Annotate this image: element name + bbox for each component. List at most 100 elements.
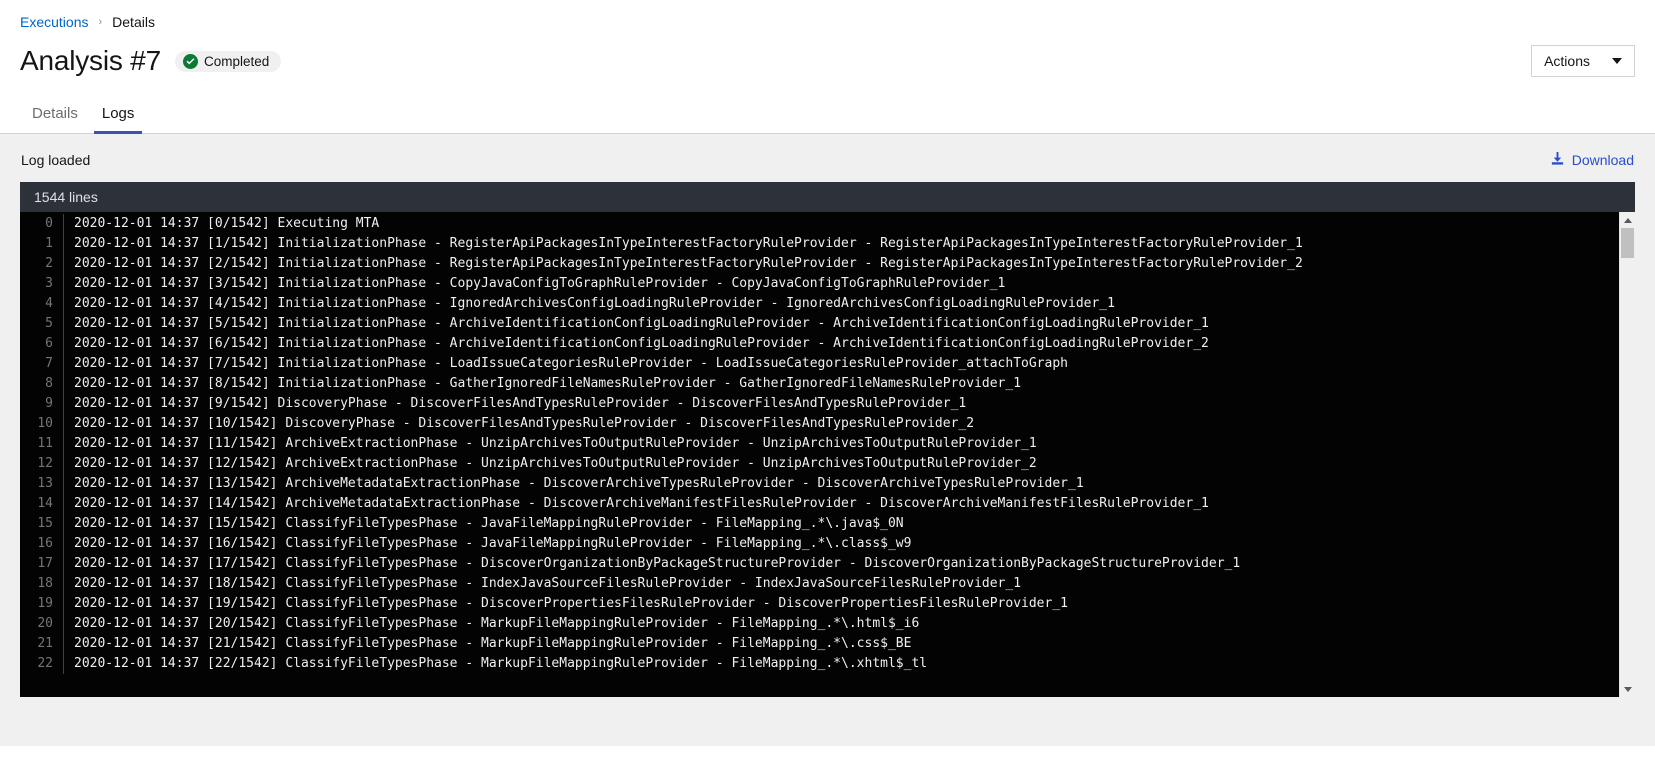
log-line-number: 4 — [20, 294, 64, 314]
log-line: 16 2020-12-01 14:37 [16/1542] ClassifyFil… — [20, 534, 1619, 554]
log-line-number: 10 — [20, 414, 64, 434]
log-line-text: 2020-12-01 14:37 [19/1542] ClassifyFileT… — [74, 596, 1068, 611]
log-line-count: 1544 lines — [20, 182, 1635, 212]
log-line: 20 2020-12-01 14:37 [20/1542] ClassifyFil… — [20, 614, 1619, 634]
log-line-number: 7 — [20, 354, 64, 374]
log-line-text: 2020-12-01 14:37 [7/1542] Initialization… — [74, 356, 1068, 371]
scrollbar-track[interactable] — [1619, 228, 1635, 681]
log-lines-container[interactable]: 0 2020-12-01 14:37 [0/1542] Executing MTA… — [20, 212, 1619, 697]
log-line-text: 2020-12-01 14:37 [3/1542] Initialization… — [74, 276, 1006, 291]
caret-down-icon — [1612, 58, 1622, 64]
page-title: Analysis #7 — [20, 45, 161, 76]
log-line-text: 2020-12-01 14:37 [18/1542] ClassifyFileT… — [74, 576, 1022, 591]
log-line-number: 17 — [20, 554, 64, 574]
log-line-number: 11 — [20, 434, 64, 454]
log-line: 10 2020-12-01 14:37 [10/1542] DiscoveryPh… — [20, 414, 1619, 434]
tab-details[interactable]: Details — [20, 97, 90, 133]
log-line-text: 2020-12-01 14:37 [14/1542] ArchiveMetada… — [74, 496, 1209, 511]
log-line-number: 13 — [20, 474, 64, 494]
log-line: 1 2020-12-01 14:37 [1/1542] Initializatio… — [20, 234, 1619, 254]
log-line: 5 2020-12-01 14:37 [5/1542] Initializatio… — [20, 314, 1619, 334]
log-line-text: 2020-12-01 14:37 [21/1542] ClassifyFileT… — [74, 636, 912, 651]
log-line: 8 2020-12-01 14:37 [8/1542] Initializatio… — [20, 374, 1619, 394]
log-line: 9 2020-12-01 14:37 [9/1542] DiscoveryPhas… — [20, 394, 1619, 414]
log-line-number: 22 — [20, 654, 64, 674]
download-button[interactable]: Download — [1550, 151, 1634, 169]
log-line-number: 9 — [20, 394, 64, 414]
tab-bar: Details Logs — [0, 94, 1655, 134]
log-line-text: 2020-12-01 14:37 [2/1542] Initialization… — [74, 256, 1303, 271]
download-label: Download — [1571, 152, 1634, 168]
log-line: 4 2020-12-01 14:37 [4/1542] Initializatio… — [20, 294, 1619, 314]
log-line-number: 18 — [20, 574, 64, 594]
log-line-text: 2020-12-01 14:37 [10/1542] DiscoveryPhas… — [74, 416, 975, 431]
check-circle-icon — [183, 53, 198, 69]
actions-button-label: Actions — [1544, 53, 1590, 69]
log-line-number: 15 — [20, 514, 64, 534]
log-line-number: 19 — [20, 594, 64, 614]
log-body-wrapper: 0 2020-12-01 14:37 [0/1542] Executing MTA… — [20, 212, 1635, 697]
log-line: 0 2020-12-01 14:37 [0/1542] Executing MTA — [20, 214, 1619, 234]
log-vertical-scrollbar[interactable] — [1619, 212, 1635, 697]
log-line-text: 2020-12-01 14:37 [5/1542] Initialization… — [74, 316, 1209, 331]
log-line-text: 2020-12-01 14:37 [16/1542] ClassifyFileT… — [74, 536, 912, 551]
log-line-text: 2020-12-01 14:37 [15/1542] ClassifyFileT… — [74, 516, 904, 531]
log-line-text: 2020-12-01 14:37 [17/1542] ClassifyFileT… — [74, 556, 1241, 571]
log-line-number: 12 — [20, 454, 64, 474]
log-line-text: 2020-12-01 14:37 [12/1542] ArchiveExtrac… — [74, 456, 1037, 471]
log-line-text: 2020-12-01 14:37 [22/1542] ClassifyFileT… — [74, 656, 928, 671]
log-line-number: 5 — [20, 314, 64, 334]
log-line: 13 2020-12-01 14:37 [13/1542] ArchiveMeta… — [20, 474, 1619, 494]
log-line-number: 8 — [20, 374, 64, 394]
download-icon — [1550, 151, 1565, 169]
log-line-text: 2020-12-01 14:37 [1/1542] Initialization… — [74, 236, 1303, 251]
log-line: 7 2020-12-01 14:37 [7/1542] Initializatio… — [20, 354, 1619, 374]
breadcrumb: Executions › Details — [0, 0, 1655, 36]
log-line-text: 2020-12-01 14:37 [9/1542] DiscoveryPhase… — [74, 396, 967, 411]
actions-button[interactable]: Actions — [1531, 45, 1635, 77]
log-status-text: Log loaded — [21, 152, 91, 168]
scroll-up-arrow-icon[interactable] — [1620, 212, 1636, 228]
log-line: 12 2020-12-01 14:37 [12/1542] ArchiveExtr… — [20, 454, 1619, 474]
log-line-number: 6 — [20, 334, 64, 354]
log-line: 2 2020-12-01 14:37 [2/1542] Initializatio… — [20, 254, 1619, 274]
log-line-number: 0 — [20, 214, 64, 234]
log-line: 17 2020-12-01 14:37 [17/1542] ClassifyFil… — [20, 554, 1619, 574]
status-badge-label: Completed — [204, 53, 270, 69]
log-viewer: 1544 lines 0 2020-12-01 14:37 [0/1542] Ex… — [20, 182, 1635, 697]
scroll-down-arrow-icon[interactable] — [1620, 681, 1636, 697]
log-line: 3 2020-12-01 14:37 [3/1542] Initializatio… — [20, 274, 1619, 294]
log-section: Log loaded Download 1544 lines 0 2020-12-… — [0, 134, 1655, 746]
log-line: 15 2020-12-01 14:37 [15/1542] ClassifyFil… — [20, 514, 1619, 534]
log-line-number: 21 — [20, 634, 64, 654]
scrollbar-thumb[interactable] — [1620, 228, 1634, 258]
log-line-number: 14 — [20, 494, 64, 514]
log-toolbar: Log loaded Download — [20, 144, 1635, 176]
log-line-number: 1 — [20, 234, 64, 254]
log-line-text: 2020-12-01 14:37 [4/1542] Initialization… — [74, 296, 1115, 311]
log-line-number: 3 — [20, 274, 64, 294]
page-header: Analysis #7 Completed Actions — [0, 36, 1655, 82]
log-line: 11 2020-12-01 14:37 [11/1542] ArchiveExtr… — [20, 434, 1619, 454]
log-line-number: 20 — [20, 614, 64, 634]
breadcrumb-current-details: Details — [112, 14, 155, 30]
breadcrumb-link-executions[interactable]: Executions — [20, 14, 88, 30]
log-line: 6 2020-12-01 14:37 [6/1542] Initializatio… — [20, 334, 1619, 354]
log-line-text: 2020-12-01 14:37 [13/1542] ArchiveMetada… — [74, 476, 1084, 491]
log-line: 22 2020-12-01 14:37 [22/1542] ClassifyFil… — [20, 654, 1619, 674]
page-bottom-filler — [0, 746, 1655, 763]
log-line-number: 16 — [20, 534, 64, 554]
log-line: 19 2020-12-01 14:37 [19/1542] ClassifyFil… — [20, 594, 1619, 614]
breadcrumb-separator-icon: › — [98, 16, 103, 28]
log-line-text: 2020-12-01 14:37 [20/1542] ClassifyFileT… — [74, 616, 920, 631]
log-line-text: 2020-12-01 14:37 [0/1542] Executing MTA — [74, 216, 380, 231]
log-line: 18 2020-12-01 14:37 [18/1542] ClassifyFil… — [20, 574, 1619, 594]
log-line-text: 2020-12-01 14:37 [11/1542] ArchiveExtrac… — [74, 436, 1037, 451]
tab-logs[interactable]: Logs — [90, 97, 147, 134]
log-line-number: 2 — [20, 254, 64, 274]
log-line-text: 2020-12-01 14:37 [6/1542] Initialization… — [74, 336, 1209, 351]
log-line: 14 2020-12-01 14:37 [14/1542] ArchiveMeta… — [20, 494, 1619, 514]
log-line-text: 2020-12-01 14:37 [8/1542] Initialization… — [74, 376, 1022, 391]
status-badge: Completed — [175, 50, 282, 72]
log-line: 21 2020-12-01 14:37 [21/1542] ClassifyFil… — [20, 634, 1619, 654]
